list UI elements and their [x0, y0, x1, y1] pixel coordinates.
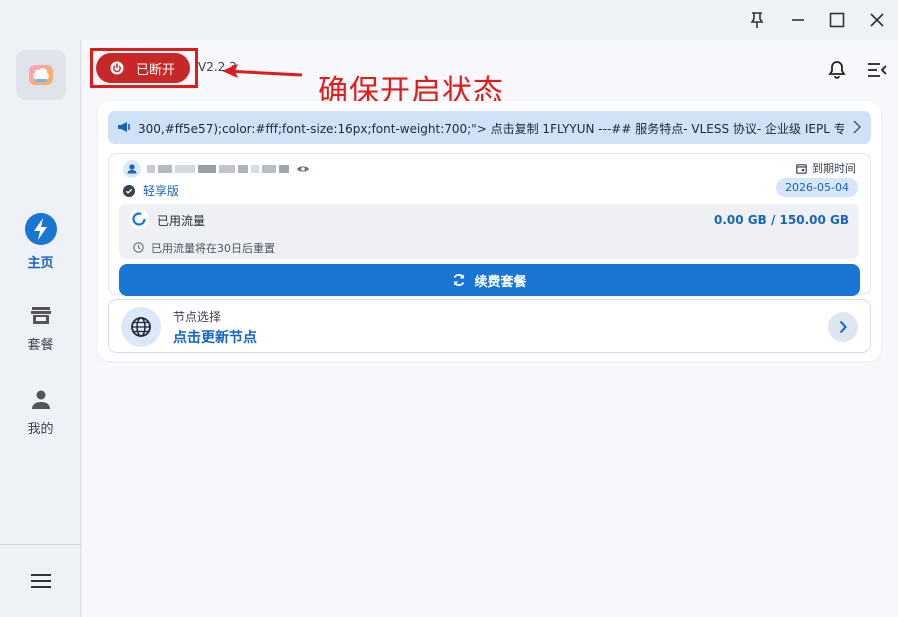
eye-icon[interactable] — [296, 164, 310, 174]
clock-icon — [133, 242, 144, 253]
main-content: 已断开 V2.2.3 确保开启状态 300,#ff5e57);color:#ff… — [82, 40, 898, 617]
lightning-icon — [24, 213, 57, 245]
plan-name: 轻享版 — [143, 184, 180, 198]
expire-label-text: 到期时间 — [812, 162, 856, 175]
sidebar-item-label: 套餐 — [27, 338, 54, 353]
node-select-card[interactable]: 节点选择 点击更新节点 — [108, 299, 871, 353]
store-icon — [30, 307, 51, 324]
bell-icon — [828, 61, 846, 79]
sidebar-item-profile[interactable]: 我的 — [0, 388, 81, 452]
sidebar-item-label: 我的 — [27, 422, 54, 437]
expire-label: 到期时间 — [796, 160, 856, 176]
pin-button[interactable] — [743, 6, 771, 34]
user-row — [123, 160, 310, 178]
close-button[interactable] — [863, 6, 891, 34]
globe-icon-wrap — [121, 307, 161, 347]
account-card: 轻享版 到期时间 2026-05-04 已用流量 0.00 GB / 150.0… — [108, 153, 871, 296]
cloud-logo-icon — [29, 65, 53, 85]
traffic-usage-box: 已用流量 0.00 GB / 150.00 GB 已用流量将在30日后重置 — [119, 204, 859, 259]
notice-text: 300,#ff5e57);color:#fff;font-size:16px;f… — [138, 122, 844, 136]
megaphone-icon — [118, 122, 130, 132]
chevron-right-icon — [839, 320, 847, 334]
sidebar: 主页 套餐 我的 — [0, 40, 81, 617]
minimize-icon — [792, 19, 804, 21]
node-select-value: 点击更新节点 — [173, 330, 257, 346]
notice-banner[interactable]: 300,#ff5e57);color:#fff;font-size:16px;f… — [108, 111, 871, 144]
usage-title: 已用流量 — [157, 214, 206, 228]
sidebar-divider — [0, 544, 81, 545]
hamburger-icon — [31, 574, 51, 588]
usage-reset-note: 已用流量将在30日后重置 — [151, 242, 275, 255]
globe-icon — [131, 317, 151, 337]
person-icon — [31, 390, 50, 409]
title-bar — [0, 0, 898, 40]
chevron-right-icon — [853, 120, 861, 134]
renew-plan-label: 续费套餐 — [474, 274, 527, 290]
maximize-button[interactable] — [823, 6, 851, 34]
calendar-icon — [796, 163, 807, 174]
annotation-arrow-icon — [222, 64, 303, 78]
blurred-username — [147, 165, 292, 173]
pin-icon — [750, 12, 764, 28]
verified-badge-icon — [123, 184, 135, 197]
sidebar-item-label: 主页 — [27, 256, 54, 271]
close-icon — [870, 13, 884, 27]
collapse-menu-button[interactable] — [865, 58, 889, 82]
app-logo — [16, 50, 66, 100]
plan-row: 轻享版 — [123, 182, 179, 199]
sidebar-item-home[interactable]: 主页 — [0, 212, 81, 276]
refresh-icon — [454, 274, 465, 286]
expire-date-badge: 2026-05-04 — [776, 178, 858, 197]
notifications-button[interactable] — [825, 58, 849, 82]
main-card: 300,#ff5e57);color:#fff;font-size:16px;f… — [98, 101, 881, 361]
menu-button[interactable] — [27, 570, 55, 592]
user-avatar-icon — [123, 160, 141, 178]
menu-collapse-icon — [868, 63, 887, 77]
renew-plan-button[interactable]: 续费套餐 — [119, 264, 860, 296]
node-chevron-button[interactable] — [828, 312, 858, 342]
maximize-icon — [829, 12, 845, 28]
sidebar-item-plans[interactable]: 套餐 — [0, 304, 81, 368]
usage-value: 0.00 GB / 150.00 GB — [714, 213, 849, 227]
usage-ring-icon — [129, 209, 149, 229]
minimize-button[interactable] — [784, 6, 812, 34]
annotation-highlight-box — [90, 48, 198, 88]
node-select-label: 节点选择 — [173, 310, 222, 324]
